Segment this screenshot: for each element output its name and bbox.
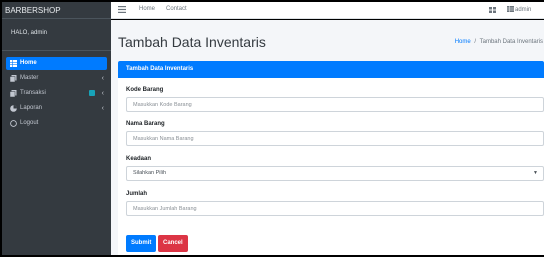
nav-link-home[interactable]: Home	[139, 6, 155, 12]
sidebar-item-logout[interactable]: Logout	[6, 117, 107, 130]
sidebar-item-laporan[interactable]: Laporan ‹	[6, 102, 107, 115]
label-keadaan: Keadaan	[126, 156, 152, 162]
user-name: admin	[515, 7, 532, 13]
card-header: Tambah Data Inventaris	[118, 61, 544, 78]
breadcrumb-current: Tambah Data Inventaris	[479, 39, 543, 45]
sidebar-item-label: Logout	[20, 120, 39, 126]
chart-pie-icon	[10, 105, 17, 112]
cancel-button[interactable]: Cancel	[158, 235, 188, 252]
keadaan-selected: Silahkan Pilih	[133, 170, 167, 176]
jumlah-input[interactable]	[126, 201, 544, 216]
chevron-left-icon: ‹	[101, 105, 104, 112]
form-card: Tambah Data Inventaris Kode Barang Nama …	[118, 61, 544, 255]
sidebar: BARBERSHOP HALO, admin Home Master ‹ Tra…	[2, 2, 111, 255]
nama-barang-input[interactable]	[126, 131, 544, 146]
user-panel: HALO, admin	[2, 19, 111, 51]
circle-icon	[10, 120, 17, 127]
table-icon	[10, 60, 17, 67]
top-navbar: Home Contact admin	[111, 2, 544, 19]
sidebar-item-home[interactable]: Home	[6, 57, 107, 70]
grid-icon[interactable]	[489, 7, 496, 13]
sidebar-item-label: Laporan	[20, 105, 43, 111]
copy-icon	[10, 90, 17, 97]
table-icon	[507, 6, 514, 12]
chevron-left-icon: ‹	[101, 75, 104, 82]
sidebar-nav: Home Master ‹ Transaksi ‹ Laporan ‹ Logo…	[2, 51, 111, 130]
breadcrumb-separator: /	[474, 39, 477, 45]
chevron-left-icon: ‹	[101, 90, 104, 97]
label-jumlah: Jumlah	[126, 191, 148, 197]
sidebar-item-transaksi[interactable]: Transaksi ‹	[6, 87, 107, 100]
label-nama-barang: Nama Barang	[126, 121, 165, 127]
breadcrumb: Home / Tambah Data Inventaris	[455, 39, 543, 45]
main-content: Tambah Data Inventaris Home / Tambah Dat…	[111, 20, 544, 255]
sidebar-item-label: Master	[20, 75, 39, 81]
sidebar-item-label: Home	[20, 60, 37, 66]
breadcrumb-home[interactable]: Home	[455, 39, 471, 45]
kode-barang-input[interactable]	[126, 97, 544, 112]
copy-icon	[10, 75, 17, 82]
brand-title[interactable]: BARBERSHOP	[2, 2, 111, 19]
sidebar-item-label: Transaksi	[20, 90, 46, 96]
page-title: Tambah Data Inventaris	[118, 34, 266, 50]
user-menu[interactable]: admin	[507, 6, 531, 13]
sidebar-item-master[interactable]: Master ‹	[6, 72, 107, 85]
label-kode-barang: Kode Barang	[126, 87, 164, 93]
submit-button[interactable]: Submit	[126, 235, 157, 252]
status-badge	[89, 90, 95, 96]
hamburger-icon[interactable]	[118, 6, 126, 13]
nav-link-contact[interactable]: Contact	[166, 6, 187, 12]
caret-down-icon: ▼	[533, 170, 538, 176]
keadaan-select[interactable]: Silahkan Pilih ▼	[126, 166, 544, 181]
